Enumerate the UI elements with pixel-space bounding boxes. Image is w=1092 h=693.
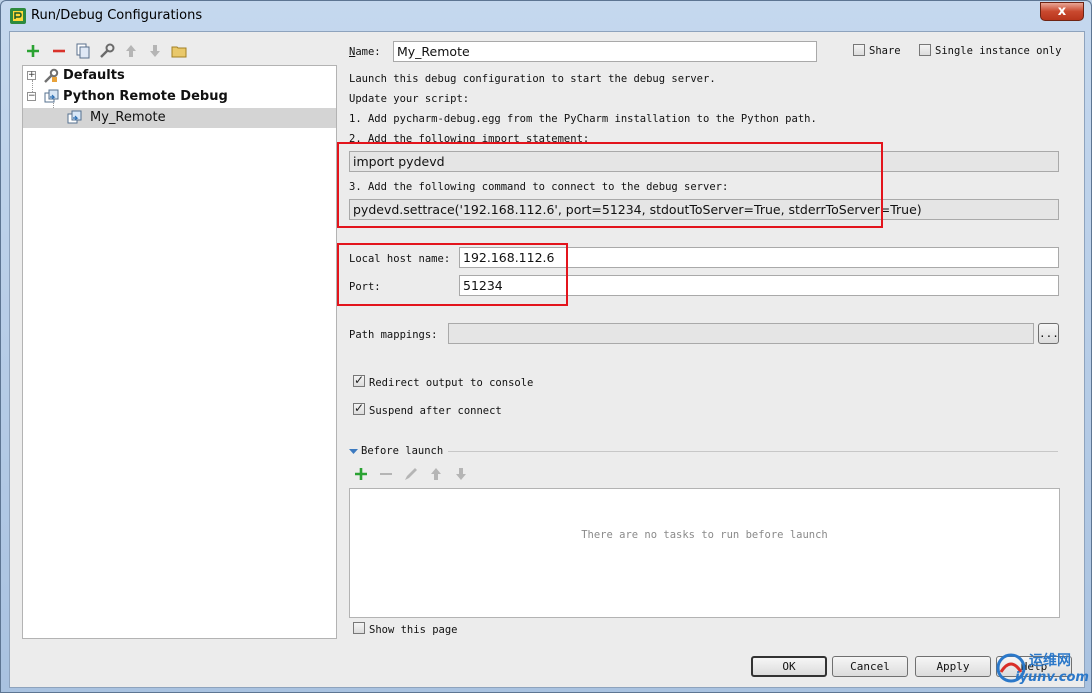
configuration-tree[interactable]: + Defaults − Python Remote Debug My_Remo…	[22, 65, 337, 639]
dialog-content: + Defaults − Python Remote Debug My_Remo…	[9, 31, 1085, 688]
name-input[interactable]: My_Remote	[393, 41, 817, 62]
show-page-checkbox[interactable]	[353, 622, 365, 634]
collapse-arrow-icon[interactable]	[349, 447, 358, 456]
watermark-en-text: iyunv.com	[1015, 670, 1089, 685]
edit-task-icon[interactable]	[402, 465, 420, 483]
before-launch-task-list[interactable]: There are no tasks to run before launch	[349, 488, 1060, 618]
add-task-icon[interactable]	[352, 465, 370, 483]
apply-button[interactable]: Apply	[915, 656, 991, 677]
move-task-up-icon[interactable]	[427, 465, 445, 483]
pycharm-app-icon	[10, 8, 26, 24]
move-up-icon[interactable]	[122, 42, 140, 60]
tree-item-label: My_Remote	[90, 110, 166, 125]
single-instance-label: Single instance only	[935, 45, 1062, 57]
tree-item-my-remote[interactable]: My_Remote	[23, 108, 336, 128]
redirect-output-checkbox[interactable]	[353, 373, 365, 387]
separator	[448, 451, 1058, 452]
cancel-button[interactable]: Cancel	[832, 656, 908, 677]
remove-task-icon[interactable]	[377, 465, 395, 483]
move-down-icon[interactable]	[146, 42, 164, 60]
browse-path-mappings-button[interactable]: ...	[1038, 323, 1059, 344]
instruction-launch: Launch this debug configuration to start…	[349, 73, 716, 85]
move-task-down-icon[interactable]	[452, 465, 470, 483]
instruction-step1: 1. Add pycharm-debug.egg from the PyChar…	[349, 113, 817, 125]
site-watermark: 运维网 iyunv.com	[995, 648, 1089, 688]
window-title: Run/Debug Configurations	[31, 8, 203, 23]
show-page-label: Show this page	[369, 624, 458, 636]
redirect-output-label: Redirect output to console	[369, 377, 534, 389]
edit-defaults-icon[interactable]	[98, 42, 116, 60]
remote-debug-icon	[44, 89, 59, 103]
copy-icon[interactable]	[74, 42, 92, 60]
instruction-update: Update your script:	[349, 93, 470, 105]
suspend-after-connect-label: Suspend after connect	[369, 405, 502, 417]
add-icon[interactable]	[24, 42, 42, 60]
collapse-icon[interactable]: −	[27, 92, 36, 101]
folder-icon[interactable]	[170, 42, 188, 60]
tree-item-label: Python Remote Debug	[63, 89, 228, 104]
before-launch-label: Before launch	[361, 445, 444, 457]
tree-item-label: Defaults	[63, 68, 125, 83]
remove-icon[interactable]	[50, 42, 68, 60]
no-tasks-text: There are no tasks to run before launch	[581, 529, 828, 541]
name-label: Name:	[349, 46, 381, 58]
ok-button[interactable]: OK	[751, 656, 827, 677]
title-bar[interactable]: Run/Debug Configurations x	[1, 1, 1091, 31]
path-mappings-field[interactable]	[448, 323, 1034, 344]
share-checkbox[interactable]	[853, 44, 865, 56]
suspend-after-connect-checkbox[interactable]	[353, 401, 365, 415]
path-mappings-label: Path mappings:	[349, 329, 438, 341]
highlight-box	[337, 243, 568, 306]
close-window-button[interactable]: x	[1040, 2, 1084, 21]
watermark-cn-text: 运维网	[1029, 653, 1071, 669]
single-instance-checkbox[interactable]	[919, 44, 931, 56]
expand-icon[interactable]: +	[27, 71, 36, 80]
remote-debug-icon	[67, 110, 82, 124]
share-label: Share	[869, 45, 901, 57]
wrench-icon	[44, 68, 59, 83]
tree-item-python-remote-debug[interactable]: − Python Remote Debug	[23, 87, 336, 107]
highlight-box	[337, 142, 883, 228]
dialog-window: Run/Debug Configurations x + Defaults − …	[0, 0, 1092, 693]
tree-item-defaults[interactable]: + Defaults	[23, 66, 336, 86]
